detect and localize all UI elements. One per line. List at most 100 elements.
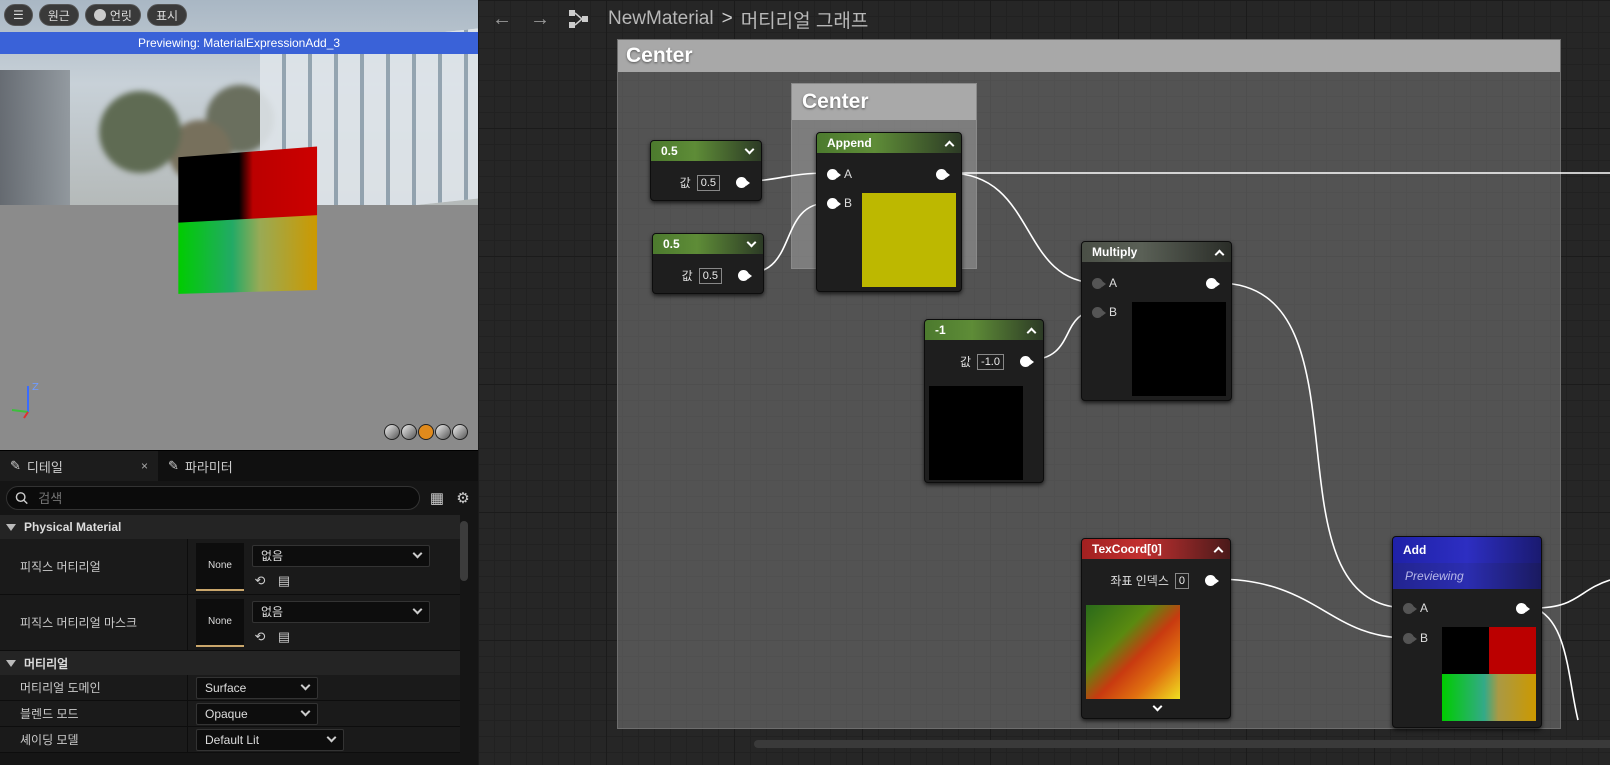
chevron-down-icon[interactable] — [746, 237, 757, 247]
category-physical-material[interactable]: Physical Material — [0, 515, 460, 539]
prop-name: 피직스 머티리얼 마스크 — [0, 595, 188, 650]
close-icon[interactable]: × — [141, 459, 148, 473]
details-panel: ✎ 디테일 × ✎ 파라미터 ▦ ⚙ Physical Material 피직스… — [0, 450, 478, 765]
input-pin-a[interactable]: A — [1092, 276, 1117, 290]
search-box[interactable] — [6, 486, 420, 510]
show-button[interactable]: 표시 — [146, 4, 188, 26]
value-field[interactable]: -1.0 — [977, 353, 1004, 370]
graph-horizontal-scrollbar[interactable] — [754, 740, 1610, 748]
input-pin[interactable] — [1403, 632, 1417, 644]
value-field[interactable]: 0.5 — [696, 174, 720, 191]
tab-details[interactable]: ✎ 디테일 × — [0, 451, 158, 481]
material-preview-viewport[interactable]: ☰ 원근 언릿 표시 Previewing: MaterialExpressio… — [0, 0, 478, 450]
pin-label: B — [1109, 305, 1118, 319]
output-pin[interactable] — [1206, 278, 1220, 289]
input-pin-b[interactable]: B — [1092, 305, 1117, 319]
teapot-shape-icon[interactable] — [452, 424, 468, 440]
asset-thumbnail[interactable]: None — [196, 542, 244, 591]
blend-mode-combo[interactable]: Opaque — [196, 702, 318, 725]
gear-icon[interactable]: ⚙ — [454, 489, 472, 507]
chevron-up-icon[interactable] — [944, 140, 955, 150]
material-domain-combo[interactable]: Surface — [196, 676, 318, 699]
texcoord-node[interactable]: TexCoord[0] 좌표 인덱스 0 — [1081, 538, 1231, 719]
output-pin[interactable] — [738, 270, 752, 281]
append-node[interactable]: Append A B — [816, 132, 962, 292]
chevron-down-icon — [300, 706, 311, 717]
sphere-shape-icon[interactable] — [401, 424, 417, 440]
node-header[interactable]: Add — [1393, 537, 1541, 563]
node-header[interactable]: -1 — [925, 320, 1043, 340]
node-header[interactable]: TexCoord[0] — [1082, 539, 1230, 559]
browse-asset-icon[interactable]: ▤ — [276, 629, 292, 645]
input-pin[interactable] — [827, 168, 841, 180]
node-header[interactable]: Multiply — [1082, 242, 1231, 262]
input-pin[interactable] — [1403, 602, 1417, 614]
viewport-menu-button[interactable]: ☰ — [4, 4, 33, 26]
value-field[interactable]: 0.5 — [698, 267, 722, 284]
output-pin[interactable] — [1516, 603, 1530, 614]
output-pin[interactable] — [936, 169, 950, 180]
output-pin-row: 좌표 인덱스 0 — [1110, 572, 1219, 589]
input-pin[interactable] — [1092, 306, 1106, 318]
expand-chevron-icon[interactable] — [1152, 701, 1163, 712]
node-header[interactable]: 0.5 — [651, 141, 761, 161]
chevron-down-icon[interactable] — [744, 144, 755, 154]
node-header[interactable]: Append — [817, 133, 961, 153]
input-pin-a[interactable]: A — [1403, 601, 1428, 615]
output-pin[interactable] — [1020, 356, 1034, 367]
material-graph[interactable]: ← → NewMaterial > 머티리얼 그래프 Center Center — [478, 0, 1610, 765]
chevron-down-icon — [300, 680, 311, 691]
view-mode-button[interactable]: 언릿 — [84, 4, 141, 26]
pin-label: A — [1420, 601, 1429, 615]
collapse-arrow-icon — [6, 659, 16, 667]
pin-label: 값 — [959, 355, 972, 369]
comment-title[interactable]: Center — [618, 40, 1560, 72]
perspective-button[interactable]: 원근 — [38, 4, 79, 26]
search-input[interactable] — [36, 489, 411, 507]
forward-arrow-icon[interactable]: → — [530, 8, 550, 31]
add-node[interactable]: Add Previewing A B — [1392, 536, 1542, 728]
input-pin-a[interactable]: A — [827, 167, 852, 181]
input-pin[interactable] — [1092, 277, 1106, 289]
negative-constant-node[interactable]: -1 값 -1.0 — [924, 319, 1044, 483]
input-pin[interactable] — [827, 197, 841, 209]
node-header[interactable]: 0.5 — [653, 234, 763, 254]
cube-shape-icon[interactable] — [435, 424, 451, 440]
plane-shape-icon[interactable] — [418, 424, 434, 440]
multiply-node[interactable]: Multiply A B — [1081, 241, 1232, 401]
details-scrollbar[interactable] — [460, 521, 468, 581]
use-selected-icon[interactable]: ⟲ — [252, 573, 268, 589]
chevron-up-icon[interactable] — [1213, 546, 1224, 556]
back-arrow-icon[interactable]: ← — [492, 8, 512, 31]
output-pin[interactable] — [1205, 575, 1219, 586]
cylinder-shape-icon[interactable] — [384, 424, 400, 440]
pin-label: A — [844, 167, 853, 181]
input-pin-b[interactable]: B — [1403, 631, 1428, 645]
constant-node-2[interactable]: 0.5 값 0.5 — [652, 233, 764, 294]
category-material[interactable]: 머티리얼 — [0, 651, 460, 675]
use-selected-icon[interactable]: ⟲ — [252, 629, 268, 645]
chevron-up-icon[interactable] — [1214, 249, 1225, 259]
category-title: 머티리얼 — [24, 656, 69, 671]
chevron-down-icon — [412, 604, 423, 615]
tab-parameters[interactable]: ✎ 파라미터 — [158, 451, 243, 481]
pin-label: B — [844, 196, 853, 210]
prop-row-phys-material: 피직스 머티리얼 None 없음 ⟲ ▤ — [0, 539, 460, 595]
comment-title[interactable]: Center — [792, 84, 976, 120]
breadcrumb-asset[interactable]: NewMaterial — [608, 8, 714, 30]
asset-combo[interactable]: 없음 — [252, 544, 430, 567]
value-field[interactable]: 0 — [1174, 572, 1189, 589]
node-title: Append — [827, 136, 872, 150]
asset-thumbnail[interactable]: None — [196, 598, 244, 647]
prop-value: None 없음 ⟲ ▤ — [188, 595, 460, 650]
swatch-bottom — [1442, 674, 1536, 721]
input-pin-b[interactable]: B — [827, 196, 852, 210]
node-preview-swatch — [1086, 605, 1180, 699]
output-pin[interactable] — [736, 177, 750, 188]
browse-asset-icon[interactable]: ▤ — [276, 573, 292, 589]
shading-model-combo[interactable]: Default Lit — [196, 728, 344, 751]
asset-combo[interactable]: 없음 — [252, 600, 430, 623]
constant-node-1[interactable]: 0.5 값 0.5 — [650, 140, 762, 201]
table-view-icon[interactable]: ▦ — [428, 489, 446, 507]
chevron-up-icon[interactable] — [1026, 327, 1037, 337]
